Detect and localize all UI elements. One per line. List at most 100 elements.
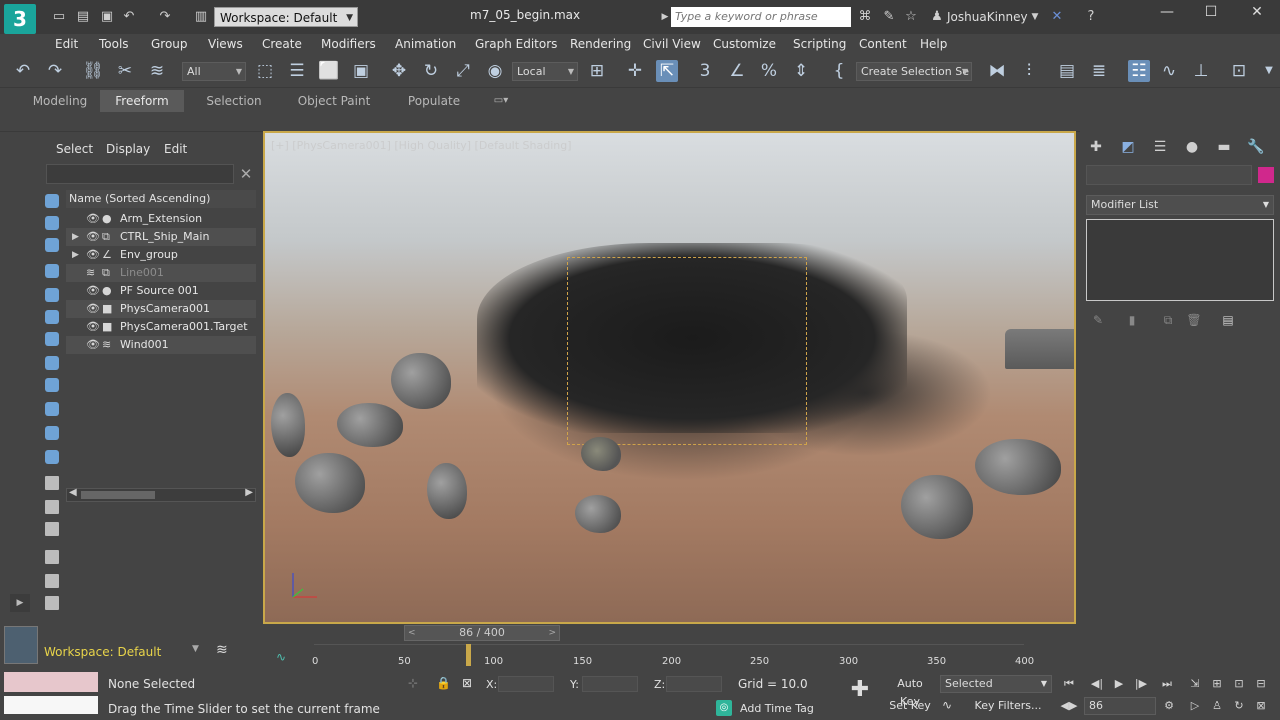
maximize-viewport-icon[interactable]: ⊟ xyxy=(1252,676,1270,692)
tree-row[interactable]: ≋ ⧉ Line001 xyxy=(66,264,256,282)
object-color-swatch[interactable] xyxy=(1258,167,1274,183)
minimize-icon[interactable]: — xyxy=(1152,4,1182,24)
help-icon[interactable]: ? xyxy=(1082,8,1100,26)
show-end-result-icon[interactable]: ▮ xyxy=(1124,313,1140,329)
go-to-start-icon[interactable]: ⏮ xyxy=(1060,676,1078,692)
display-frozen-icon[interactable] xyxy=(45,426,59,440)
key-mode-dropdown[interactable]: Selected ▼ xyxy=(940,675,1052,693)
display-shapes-icon[interactable] xyxy=(45,216,59,230)
scene-explorer-toggle-icon[interactable]: ▤ xyxy=(1056,60,1078,82)
scroll-right-icon[interactable]: ▶ xyxy=(245,487,253,498)
selection-lock-icon[interactable]: 🔒 xyxy=(436,676,451,690)
user-icon[interactable]: ♟ xyxy=(928,8,946,26)
utilities-panel-icon[interactable]: 🔧 xyxy=(1246,137,1266,157)
window-crossing-icon[interactable]: ▣ xyxy=(350,60,372,82)
time-tag-icon[interactable]: ◎ xyxy=(716,700,732,716)
isolate-selection-icon[interactable]: ⊹ xyxy=(408,676,418,690)
find-icon[interactable] xyxy=(45,574,59,588)
new-file-icon[interactable]: ▭ xyxy=(50,8,68,26)
configure-modifier-sets-icon[interactable]: ▤ xyxy=(1220,313,1236,329)
display-none-icon[interactable] xyxy=(45,500,59,514)
link-icon[interactable]: ⛓ xyxy=(82,60,104,82)
invert-display-icon[interactable] xyxy=(45,522,59,536)
viewport-label[interactable]: [+] [PhysCamera001] [High Quality] [Defa… xyxy=(271,139,572,152)
eye-icon[interactable]: 👁 xyxy=(86,210,100,228)
menu-civil-view[interactable]: Civil View xyxy=(643,34,701,54)
redo-icon[interactable]: ↷ xyxy=(44,60,66,82)
edit-named-selection-icon[interactable]: { xyxy=(828,60,850,82)
zoom-all-icon[interactable]: ⊞ xyxy=(1208,676,1226,692)
eye-icon[interactable]: 👁 xyxy=(86,336,100,354)
previous-frame-icon[interactable]: < xyxy=(408,626,416,640)
tab-modeling[interactable]: Modeling xyxy=(24,90,96,112)
expand-arrow-icon[interactable]: ▶ xyxy=(72,246,79,264)
tab-freeform[interactable]: Freeform xyxy=(100,90,184,112)
default-tangent-icon[interactable]: ∿ xyxy=(942,698,952,712)
current-frame-marker[interactable] xyxy=(466,644,471,666)
display-cameras-icon[interactable] xyxy=(45,264,59,278)
eye-icon[interactable]: 👁 xyxy=(86,300,100,318)
orbit-icon[interactable]: ↻ xyxy=(1230,698,1248,714)
redo-icon[interactable]: ↷ xyxy=(156,8,174,26)
mirror-icon[interactable]: ⧓ xyxy=(986,60,1008,82)
menu-scripting[interactable]: Scripting xyxy=(793,34,846,54)
display-panel-icon[interactable]: ▬ xyxy=(1214,137,1234,157)
time-configuration-icon[interactable]: ⚙ xyxy=(1160,698,1178,714)
maximize-icon[interactable]: ☐ xyxy=(1196,4,1226,24)
tree-row[interactable]: 👁 ≋ Wind001 xyxy=(66,336,256,354)
z-coordinate-field[interactable] xyxy=(666,676,722,692)
scrollbar-thumb[interactable] xyxy=(81,491,155,499)
search-input[interactable] xyxy=(671,7,851,27)
motion-panel-icon[interactable]: ● xyxy=(1182,137,1202,157)
filter-icon[interactable] xyxy=(45,550,59,564)
viewport[interactable]: [+] [PhysCamera001] [High Quality] [Defa… xyxy=(263,131,1076,624)
unlink-icon[interactable]: ✂ xyxy=(114,60,136,82)
auto-key-button[interactable]: Auto Key xyxy=(887,675,933,708)
curve-editor-icon[interactable]: ∿ xyxy=(1158,60,1180,82)
modifier-list-dropdown[interactable]: Modifier List ▼ xyxy=(1086,195,1274,215)
viewport-layout-icon[interactable] xyxy=(4,626,38,664)
pan-icon[interactable]: ▷ xyxy=(1186,698,1204,714)
eye-icon[interactable]: 👁 xyxy=(86,282,100,300)
display-all-icon[interactable] xyxy=(45,476,59,490)
hidden-layer-icon[interactable]: ≋ xyxy=(86,264,95,282)
display-helpers-icon[interactable] xyxy=(45,288,59,302)
chevron-down-icon[interactable]: ▼ xyxy=(1026,8,1044,26)
eye-icon[interactable]: 👁 xyxy=(86,318,100,336)
tree-row[interactable]: 👁 ● Arm_Extension xyxy=(66,210,256,228)
expand-arrow-icon[interactable]: ▶ xyxy=(72,228,79,246)
rotate-icon[interactable]: ↻ xyxy=(420,60,442,82)
explorer-menu-display[interactable]: Display xyxy=(106,142,150,156)
key-filters-button[interactable]: Key Filters... xyxy=(964,697,1052,715)
eye-icon[interactable]: 👁 xyxy=(86,228,100,246)
zoom-extents-icon[interactable]: ⇲ xyxy=(1186,676,1204,692)
menu-views[interactable]: Views xyxy=(208,34,243,54)
app-logo-icon[interactable]: 3 xyxy=(4,4,36,34)
explorer-menu-edit[interactable]: Edit xyxy=(164,142,187,156)
menu-animation[interactable]: Animation xyxy=(395,34,456,54)
username[interactable]: JoshuaKinney xyxy=(947,10,1028,24)
object-name-field[interactable] xyxy=(1086,165,1252,185)
current-frame-field[interactable]: 86 xyxy=(1084,697,1156,715)
open-file-icon[interactable]: ▤ xyxy=(74,8,92,26)
exchange-icon[interactable]: ✕ xyxy=(1048,8,1066,26)
explorer-search-input[interactable] xyxy=(46,164,234,184)
menu-group[interactable]: Group xyxy=(151,34,188,54)
chevron-down-icon[interactable]: ▼ xyxy=(192,644,199,654)
close-icon[interactable]: ✕ xyxy=(1242,4,1272,24)
mini-curve-editor-icon[interactable]: ∿ xyxy=(276,650,286,664)
tree-row[interactable]: 👁 ■ PhysCamera001 xyxy=(66,300,256,318)
menu-create[interactable]: Create xyxy=(262,34,302,54)
selection-filter-dropdown[interactable]: All ▼ xyxy=(182,62,246,81)
tree-row[interactable]: 👁 ■ PhysCamera001.Target xyxy=(66,318,256,336)
remove-modifier-icon[interactable]: 🗑 xyxy=(1186,313,1202,329)
clear-search-icon[interactable]: ✕ xyxy=(238,164,254,184)
spinner-snap-icon[interactable]: ⇕ xyxy=(790,60,812,82)
tree-row[interactable]: ▶ 👁 ⧉ CTRL_Ship_Main xyxy=(66,228,256,246)
set-key-button[interactable]: Set Key xyxy=(887,697,933,715)
set-keys-icon[interactable]: ✚ xyxy=(848,678,872,702)
expand-panel-icon[interactable]: ▶ xyxy=(10,594,30,612)
menu-help[interactable]: Help xyxy=(920,34,947,54)
explorer-menu-select[interactable]: Select xyxy=(56,142,93,156)
workspace-label[interactable]: Workspace: Default xyxy=(44,642,161,662)
